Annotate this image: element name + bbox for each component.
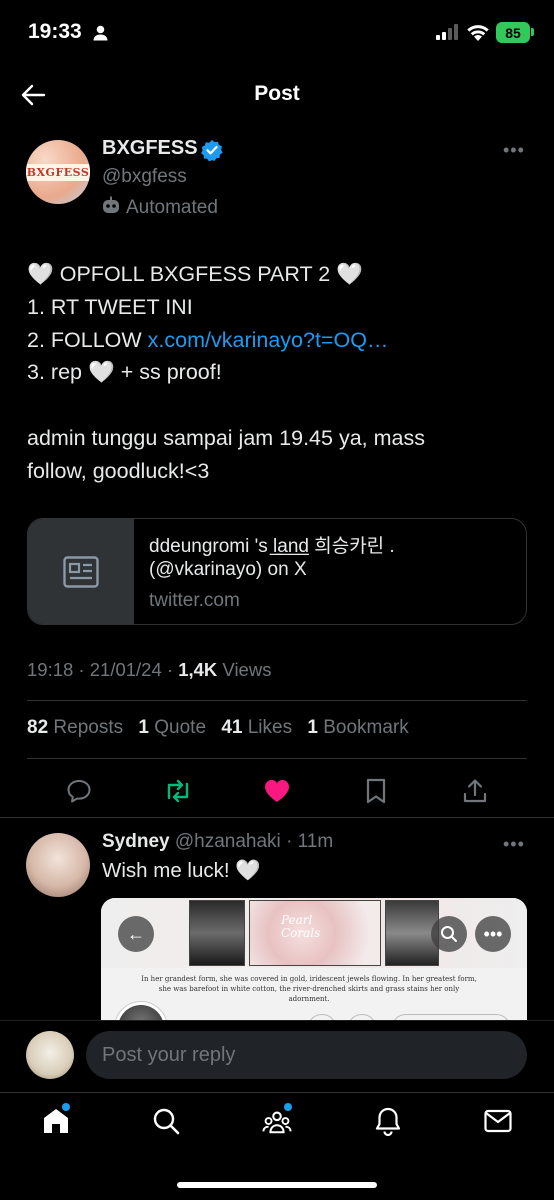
media-overlay-text: Pearl Corals — [281, 913, 321, 940]
reposts-count: 82 — [27, 717, 49, 738]
post-line-3-prefix: 2. FOLLOW — [27, 327, 148, 352]
repost-icon[interactable] — [163, 776, 193, 806]
comment-icon[interactable] — [64, 776, 94, 806]
link-preview-card[interactable]: ddeungromi 's l̲a̲n̲d̲ 희승카린 . (@vkarinay… — [27, 518, 527, 625]
views-count: 1,4K — [178, 659, 218, 680]
reply-author-name: Sydney — [102, 831, 170, 852]
action-bar — [0, 768, 554, 812]
post-line-1: 🤍 OPFOLL BXGFESS PART 2 🤍 — [27, 262, 363, 286]
media-back-icon: ← — [118, 916, 154, 952]
automated-label-row[interactable]: Automated — [102, 196, 218, 220]
article-icon — [28, 519, 134, 624]
person-icon — [93, 25, 108, 46]
reply-author-handle: @hzanahaki — [169, 831, 281, 852]
bookmarks-stat[interactable]: 1 Bookmark — [307, 717, 408, 738]
card-title-line-1: ddeungromi 's l̲a̲n̲d̲ 희승카린 . — [149, 536, 395, 557]
home-indicator — [177, 1182, 377, 1188]
post-line-6: follow, goodluck!<3 — [27, 458, 210, 483]
reply-author-avatar[interactable] — [26, 833, 90, 897]
battery-level: 85 — [505, 24, 521, 41]
post-line-4: 3. rep 🤍 + ss proof! — [27, 360, 222, 385]
card-title-line-2: (@vkarinayo) on X — [149, 559, 307, 580]
home-notification-dot — [62, 1103, 70, 1111]
meta-separator: · — [73, 659, 90, 680]
reply-more-options-icon[interactable]: ••• — [503, 834, 525, 855]
post-date: 21/01/24 — [89, 659, 162, 680]
card-domain: twitter.com — [149, 590, 240, 611]
cellular-signal-icon — [436, 24, 460, 45]
wifi-icon — [466, 22, 490, 47]
share-icon[interactable] — [460, 776, 490, 806]
bookmark-count: 1 — [307, 717, 318, 738]
reply-text: Wish me luck! 🤍 — [102, 859, 261, 882]
meta-separator: · — [161, 659, 179, 680]
post-link[interactable]: x.com/vkarinayo?t=OQ… — [148, 328, 389, 352]
bookmark-label: Bookmark — [317, 717, 409, 738]
notifications-icon[interactable] — [373, 1106, 403, 1136]
post-line-5: admin tunggu sampai jam 19.45 ya, mass — [27, 425, 425, 450]
post-line-3: 2. FOLLOW x.com/vkarinayo?t=OQ… — [27, 324, 527, 357]
reply-input[interactable]: Post your reply — [86, 1031, 527, 1079]
reposts-stat[interactable]: 82 Reposts — [27, 717, 123, 738]
media-photo-left — [189, 900, 245, 966]
battery-indicator: 85 — [496, 22, 530, 43]
media-more-icon: ••• — [475, 916, 511, 952]
author-handle[interactable]: @bxgfess — [102, 166, 187, 188]
divider — [27, 758, 527, 759]
search-icon[interactable] — [151, 1106, 181, 1136]
reply-media-image[interactable]: Pearl Corals ← ••• In her grandest form,… — [101, 898, 527, 1038]
section-divider — [0, 817, 554, 818]
media-search-icon — [431, 916, 467, 952]
media-caption: In her grandest form, she was covered in… — [141, 975, 477, 1003]
robot-icon — [102, 196, 120, 220]
top-bar: Post — [0, 66, 554, 124]
reply-time: · 11m — [280, 831, 334, 852]
post-line-2: 1. RT TWEET INI — [27, 294, 193, 319]
page-title: Post — [254, 82, 300, 105]
likes-label: Likes — [242, 717, 293, 738]
heart-filled-icon[interactable] — [262, 776, 292, 806]
my-avatar[interactable] — [26, 1031, 74, 1079]
author-name[interactable]: BXGFESS — [102, 137, 198, 160]
reply-header[interactable]: Sydney @hzanahaki · 11m — [102, 831, 333, 853]
communities-notification-dot — [284, 1103, 292, 1111]
battery-tip — [531, 28, 534, 36]
post-meta: 19:18 · 21/01/24 · 1,4K Views — [27, 659, 271, 681]
bookmark-icon[interactable] — [361, 776, 391, 806]
automated-label: Automated — [126, 197, 218, 218]
messages-icon[interactable] — [483, 1106, 513, 1136]
avatar-logo-text: BXGFESS — [26, 163, 90, 181]
post-time: 19:18 — [27, 659, 74, 680]
more-options-icon[interactable]: ••• — [503, 140, 525, 161]
divider — [27, 700, 527, 701]
status-bar: 19:33 85 — [0, 0, 554, 66]
likes-stat[interactable]: 41 Likes — [221, 717, 292, 738]
reposts-label: Reposts — [48, 717, 124, 738]
views-label[interactable]: Views — [217, 659, 271, 680]
likes-count: 41 — [221, 717, 243, 738]
post-text: 🤍 OPFOLL BXGFESS PART 2 🤍 1. RT TWEET IN… — [27, 258, 527, 488]
quote-label: Quote — [148, 717, 207, 738]
author-avatar[interactable]: BXGFESS — [26, 140, 90, 204]
quote-count: 1 — [138, 717, 149, 738]
engagement-stats: 82 Reposts 1 Quote 41 Likes 1 Bookmark — [27, 717, 409, 739]
verified-badge-icon[interactable] — [201, 139, 223, 166]
quotes-stat[interactable]: 1 Quote — [138, 717, 206, 738]
status-time: 19:33 — [28, 20, 82, 43]
